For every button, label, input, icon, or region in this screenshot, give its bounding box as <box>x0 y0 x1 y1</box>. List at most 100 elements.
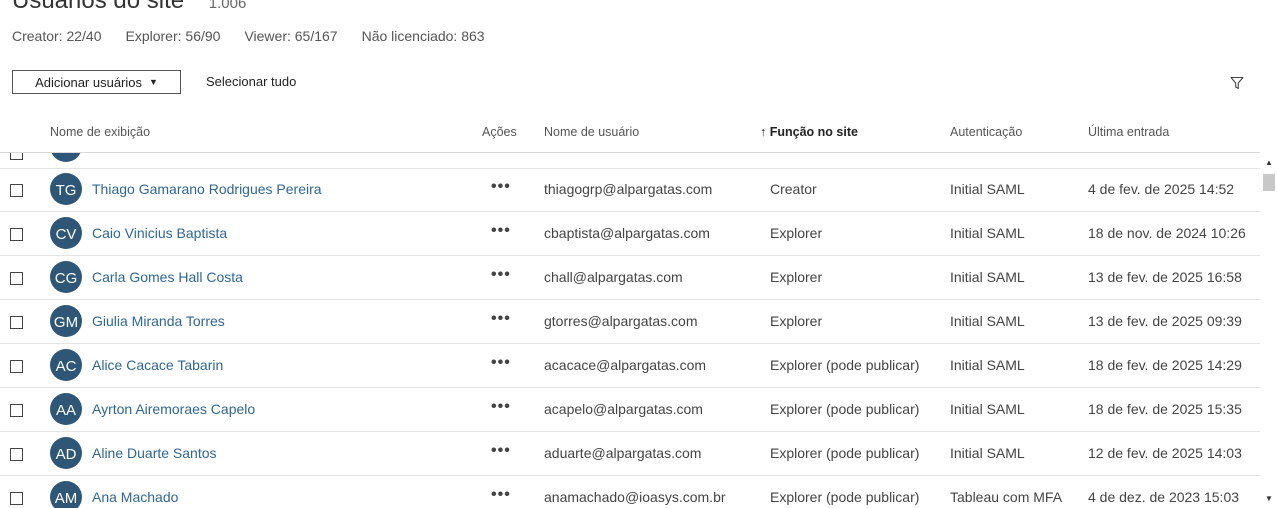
user-name-link[interactable]: Aline Duarte Santos <box>92 445 217 461</box>
avatar: AD <box>50 437 82 469</box>
username-cell: chall@alpargatas.com <box>544 269 683 285</box>
license-creator: Creator: 22/40 <box>12 28 102 44</box>
more-actions-icon[interactable]: ••• <box>491 266 511 284</box>
avatar: AA <box>50 393 82 425</box>
user-name-link[interactable]: Carla Gomes Hall Costa <box>92 269 243 285</box>
last-login-cell: 13 de fev. de 2025 09:39 <box>1088 313 1242 329</box>
more-actions-icon[interactable]: ••• <box>491 178 511 196</box>
site-role-cell: Explorer (pode publicar) <box>770 445 920 461</box>
license-unlicensed: Não licenciado: 863 <box>361 28 485 44</box>
header-site-role-label: Função no site <box>769 125 858 139</box>
more-actions-icon[interactable]: ••• <box>491 222 511 240</box>
page-title: Usuários do site 1.006 <box>12 0 246 15</box>
site-role-cell: Creator <box>770 181 817 197</box>
user-count: 1.006 <box>208 0 247 12</box>
scrollbar-thumb[interactable] <box>1263 174 1275 191</box>
avatar: TG <box>50 173 82 205</box>
header-authentication[interactable]: Autenticação <box>950 125 1022 139</box>
last-login-cell: 18 de nov. de 2024 10:26 <box>1088 225 1246 241</box>
row-checkbox[interactable] <box>10 492 23 505</box>
more-actions-icon[interactable]: ••• <box>491 398 511 416</box>
user-name-link[interactable]: Ayrton Airemoraes Capelo <box>92 401 255 417</box>
add-users-label: Adicionar usuários <box>35 74 143 90</box>
page-title-text: Usuários do site <box>12 0 185 14</box>
user-name-link[interactable]: Giulia Miranda Torres <box>92 313 225 329</box>
more-actions-icon[interactable]: ••• <box>491 442 511 460</box>
license-explorer: Explorer: 56/90 <box>125 28 221 44</box>
table-row: GM Giulia Miranda Torres ••• gtorres@alp… <box>0 300 1260 344</box>
last-login-cell: 13 de fev. de 2025 16:58 <box>1088 269 1242 285</box>
row-checkbox[interactable] <box>10 153 23 160</box>
header-actions: Ações <box>482 125 517 139</box>
last-login-cell: 18 de fev. de 2025 14:29 <box>1088 357 1242 373</box>
user-name-link[interactable]: Alice Cacace Tabarin <box>92 357 223 373</box>
row-checkbox[interactable] <box>10 228 23 241</box>
avatar: AM <box>50 481 82 508</box>
header-username[interactable]: Nome de usuário <box>544 125 639 139</box>
header-site-role[interactable]: ↑ Função no site <box>760 125 858 139</box>
table-row: CV Caio Vinicius Baptista ••• cbaptista@… <box>0 212 1260 256</box>
table-row: TG Thiago Gamarano Rodrigues Pereira •••… <box>0 168 1260 212</box>
more-actions-icon[interactable]: ••• <box>491 310 511 328</box>
avatar: CV <box>50 217 82 249</box>
site-role-cell: Explorer <box>770 269 823 285</box>
user-name-link[interactable]: Ana Machado <box>92 489 178 505</box>
auth-cell: Initial SAML <box>950 445 1025 461</box>
site-role-cell: Explorer (pode publicar) <box>770 401 920 417</box>
vertical-scrollbar[interactable]: ▲ ▼ <box>1261 153 1277 508</box>
site-role-cell: Explorer <box>770 313 823 329</box>
user-name-link[interactable]: Caio Vinicius Baptista <box>92 225 227 241</box>
license-viewer: Viewer: 65/167 <box>244 28 338 44</box>
select-all-link[interactable]: Selecionar tudo <box>206 74 296 89</box>
filter-icon[interactable] <box>1230 76 1244 90</box>
sort-ascending-icon: ↑ <box>760 125 767 139</box>
auth-cell: Initial SAML <box>950 313 1025 329</box>
row-checkbox[interactable] <box>10 316 23 329</box>
license-summary: Creator: 22/40 Explorer: 56/90 Viewer: 6… <box>12 28 509 44</box>
site-role-cell: Explorer (pode publicar) <box>770 489 920 505</box>
table-header: Nome de exibição Ações Nome de usuário ↑… <box>0 116 1260 153</box>
auth-cell: Initial SAML <box>950 225 1025 241</box>
auth-cell: Initial SAML <box>950 181 1025 197</box>
table-row: AC Alice Cacace Tabarin ••• acacace@alpa… <box>0 344 1260 388</box>
header-last-login[interactable]: Última entrada <box>1088 125 1169 139</box>
auth-cell: Initial SAML <box>950 357 1025 373</box>
table-row: CG Carla Gomes Hall Costa ••• chall@alpa… <box>0 256 1260 300</box>
username-cell: anamachado@ioasys.com.br <box>544 489 726 505</box>
table-row: AM Ana Machado ••• anamachado@ioasys.com… <box>0 476 1260 508</box>
scroll-up-icon[interactable]: ▲ <box>1265 158 1273 167</box>
auth-cell: Initial SAML <box>950 401 1025 417</box>
row-checkbox[interactable] <box>10 360 23 373</box>
table-row: AA Ayrton Airemoraes Capelo ••• acapelo@… <box>0 388 1260 432</box>
row-checkbox[interactable] <box>10 448 23 461</box>
last-login-cell: 18 de fev. de 2025 15:35 <box>1088 401 1242 417</box>
username-cell: cbaptista@alpargatas.com <box>544 225 710 241</box>
row-checkbox[interactable] <box>10 404 23 417</box>
more-actions-icon[interactable]: ••• <box>491 354 511 372</box>
avatar: CG <box>50 261 82 293</box>
add-users-button[interactable]: Adicionar usuários ▼ <box>12 70 181 94</box>
header-display-name[interactable]: Nome de exibição <box>50 125 150 139</box>
row-checkbox[interactable] <box>10 272 23 285</box>
username-cell: aduarte@alpargatas.com <box>544 445 702 461</box>
last-login-cell: 12 de fev. de 2025 14:03 <box>1088 445 1242 461</box>
username-cell: acapelo@alpargatas.com <box>544 401 703 417</box>
caret-down-icon: ▼ <box>149 77 158 87</box>
username-cell: gtorres@alpargatas.com <box>544 313 698 329</box>
avatar: GM <box>50 305 82 337</box>
site-role-cell: Explorer (pode publicar) <box>770 357 920 373</box>
user-name-link[interactable]: Thiago Gamarano Rodrigues Pereira <box>92 181 322 197</box>
table-body: TG Thiago Gamarano Rodrigues Pereira •••… <box>0 153 1260 508</box>
last-login-cell: 4 de dez. de 2023 15:03 <box>1088 489 1240 505</box>
scroll-down-icon[interactable]: ▼ <box>1265 494 1273 503</box>
table-row: AD Aline Duarte Santos ••• aduarte@alpar… <box>0 432 1260 476</box>
last-login-cell: 4 de fev. de 2025 14:52 <box>1088 181 1235 197</box>
row-checkbox[interactable] <box>10 184 23 197</box>
site-role-cell: Explorer <box>770 225 823 241</box>
username-cell: thiagogrp@alpargatas.com <box>544 181 713 197</box>
table-row-partial <box>0 153 1260 169</box>
username-cell: acacace@alpargatas.com <box>544 357 707 373</box>
avatar: AC <box>50 349 82 381</box>
auth-cell: Tableau com MFA <box>950 489 1063 505</box>
more-actions-icon[interactable]: ••• <box>491 486 511 504</box>
